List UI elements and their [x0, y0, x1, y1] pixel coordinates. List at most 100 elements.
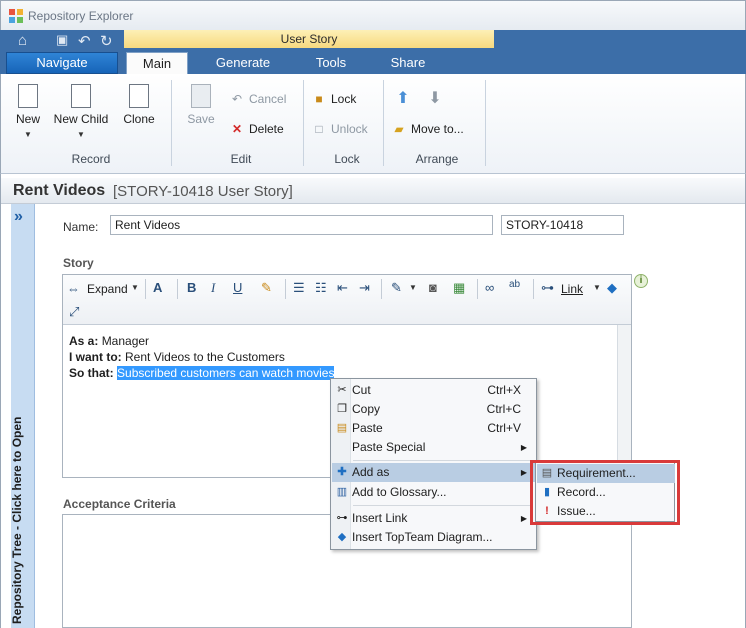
save-disk-icon — [191, 84, 211, 108]
replace-icon[interactable]: ab — [509, 279, 520, 290]
lock-button[interactable]: ■ Lock — [311, 90, 356, 108]
find-binoculars-icon[interactable]: ∞ — [485, 280, 494, 295]
want-value: Rent Videos to the Customers — [125, 350, 285, 364]
paste-icon: ▤ — [336, 422, 348, 434]
highlight-annotation-box — [530, 460, 680, 525]
numbered-list-icon[interactable]: ☷ — [315, 280, 327, 296]
cut-shortcut: Ctrl+X — [487, 383, 521, 397]
id-field[interactable]: STORY-10418 — [501, 215, 624, 235]
name-field[interactable]: Rent Videos — [110, 215, 493, 235]
menu-item-cut[interactable]: ✂ Cut Ctrl+X — [332, 381, 535, 400]
menu-item-insert-link[interactable]: ⊶ Insert Link ▶ — [332, 509, 535, 528]
folder-move-icon: ▰ — [394, 122, 404, 136]
move-down-button[interactable]: ⬇ — [427, 90, 447, 108]
new-button[interactable]: New ▼ — [9, 84, 47, 139]
expand-button[interactable]: Expand — [87, 282, 128, 296]
save-button[interactable]: Save — [181, 84, 221, 126]
quick-access-toolbar: ⌂ ▣ ↶ ↻ — [4, 30, 124, 52]
story-label: Story — [63, 256, 94, 270]
window-title: Repository Explorer — [28, 9, 134, 23]
undo-icon[interactable]: ↶ — [78, 32, 91, 50]
toolbar-divider — [477, 279, 478, 299]
group-divider — [485, 80, 486, 166]
indent-icon[interactable]: ⇥ — [359, 280, 370, 296]
lock-group-label: Lock — [334, 152, 360, 166]
tab-main[interactable]: Main — [126, 52, 188, 74]
italic-icon[interactable]: I — [211, 280, 215, 296]
chevron-down-icon[interactable]: ▼ — [409, 283, 417, 292]
cancel-button[interactable]: ↶ Cancel — [229, 90, 286, 108]
link-chain-icon[interactable]: ⊶ — [541, 280, 554, 296]
add-to-glossary-label: Add to Glossary... — [352, 485, 447, 499]
record-group-label: Record — [71, 152, 111, 166]
info-icon[interactable]: i — [634, 274, 648, 288]
clone-icon — [129, 84, 149, 108]
clone-label: Clone — [123, 112, 155, 126]
refresh-icon[interactable]: ↻ — [100, 32, 113, 50]
cancel-label: Cancel — [249, 92, 287, 106]
repository-tree-label[interactable]: Repository Tree - Click here to Open — [10, 404, 24, 624]
camera-icon[interactable]: ◙ — [429, 280, 437, 295]
menu-item-add-to-glossary[interactable]: ▥ Add to Glossary... — [332, 483, 535, 502]
record-header: Rent Videos [STORY-10418 User Story] — [1, 178, 745, 204]
insert-diagram-label: Insert TopTeam Diagram... — [352, 530, 493, 544]
toolbar-divider — [533, 279, 534, 299]
fullscreen-icon[interactable]: ⤢ — [69, 304, 79, 320]
menu-item-insert-diagram[interactable]: ◆ Insert TopTeam Diagram... — [332, 528, 535, 547]
editor-scrollbar[interactable] — [617, 325, 631, 477]
tab-generate[interactable]: Generate — [204, 52, 282, 74]
home-icon[interactable]: ⌂ — [18, 32, 27, 49]
topteam-diagram-icon[interactable]: ◆ — [607, 280, 617, 296]
edit-group-label: Edit — [230, 152, 252, 166]
toolbar-divider — [145, 279, 146, 299]
arrow-up-icon: ⬆ — [396, 90, 410, 107]
menu-item-add-as[interactable]: ✚ Add as ▶ — [332, 463, 535, 482]
highlight-brush-icon[interactable]: ✎ — [261, 280, 272, 296]
tab-tools[interactable]: Tools — [302, 52, 360, 74]
bullet-list-icon[interactable]: ☰ — [293, 280, 305, 296]
chevron-down-icon[interactable]: ▼ — [131, 283, 139, 292]
link-button[interactable]: Link — [561, 282, 583, 296]
chevron-down-icon[interactable]: ▼ — [593, 283, 601, 292]
clone-button[interactable]: Clone — [117, 84, 161, 126]
expand-arrows-icon[interactable]: ⇔ — [67, 281, 80, 296]
tab-share[interactable]: Share — [380, 52, 436, 74]
save-label: Save — [187, 112, 215, 126]
move-up-button[interactable]: ⬆ — [395, 90, 415, 108]
insert-link-label: Insert Link — [352, 511, 408, 525]
menu-item-paste[interactable]: ▤ Paste Ctrl+V — [332, 419, 535, 438]
expand-chevron-icon[interactable]: » — [14, 208, 23, 226]
toolbar-divider — [285, 279, 286, 299]
selected-text[interactable]: Subscribed customers can watch movies — [117, 366, 335, 380]
menu-item-copy[interactable]: ❐ Copy Ctrl+C — [332, 400, 535, 419]
arrange-group-label: Arrange — [415, 152, 459, 166]
unlock-button[interactable]: □ Unlock — [311, 120, 367, 138]
group-divider — [383, 80, 384, 166]
new-child-button[interactable]: New Child ▼ — [51, 84, 111, 139]
arrow-down-icon: ⬇ — [428, 90, 442, 107]
outdent-icon[interactable]: ⇤ — [337, 280, 348, 296]
chevron-down-icon: ▼ — [24, 130, 32, 139]
lock-label: Lock — [331, 92, 357, 106]
as-a-value: Manager — [101, 334, 150, 348]
move-to-button[interactable]: ▰ Move to... — [391, 120, 464, 138]
navigate-button[interactable]: Navigate — [6, 52, 118, 74]
insert-edit-icon[interactable]: ✎ — [391, 280, 402, 296]
image-icon[interactable]: ▦ — [453, 280, 465, 296]
menu-item-paste-special[interactable]: Paste Special ▶ — [332, 438, 535, 457]
record-subtitle: [STORY-10418 User Story] — [113, 183, 293, 200]
bold-icon[interactable]: B — [187, 280, 196, 295]
move-to-label: Move to... — [411, 122, 464, 136]
new-child-label: New Child — [53, 112, 109, 126]
name-label: Name: — [63, 220, 99, 234]
save-icon[interactable]: ▣ — [56, 32, 68, 48]
cut-label: Cut — [352, 383, 371, 397]
story-text[interactable]: As a: Manager I want to: Rent Videos to … — [69, 333, 335, 381]
delete-button[interactable]: ✕ Delete — [229, 120, 284, 138]
copy-icon: ❐ — [337, 403, 347, 415]
font-style-icon[interactable]: A — [153, 280, 162, 295]
underline-icon[interactable]: U — [233, 280, 242, 295]
repository-tree-panel[interactable]: » Repository Tree - Click here to Open — [10, 204, 35, 628]
paste-label: Paste — [352, 421, 383, 435]
submenu-arrow-icon: ▶ — [520, 514, 527, 523]
